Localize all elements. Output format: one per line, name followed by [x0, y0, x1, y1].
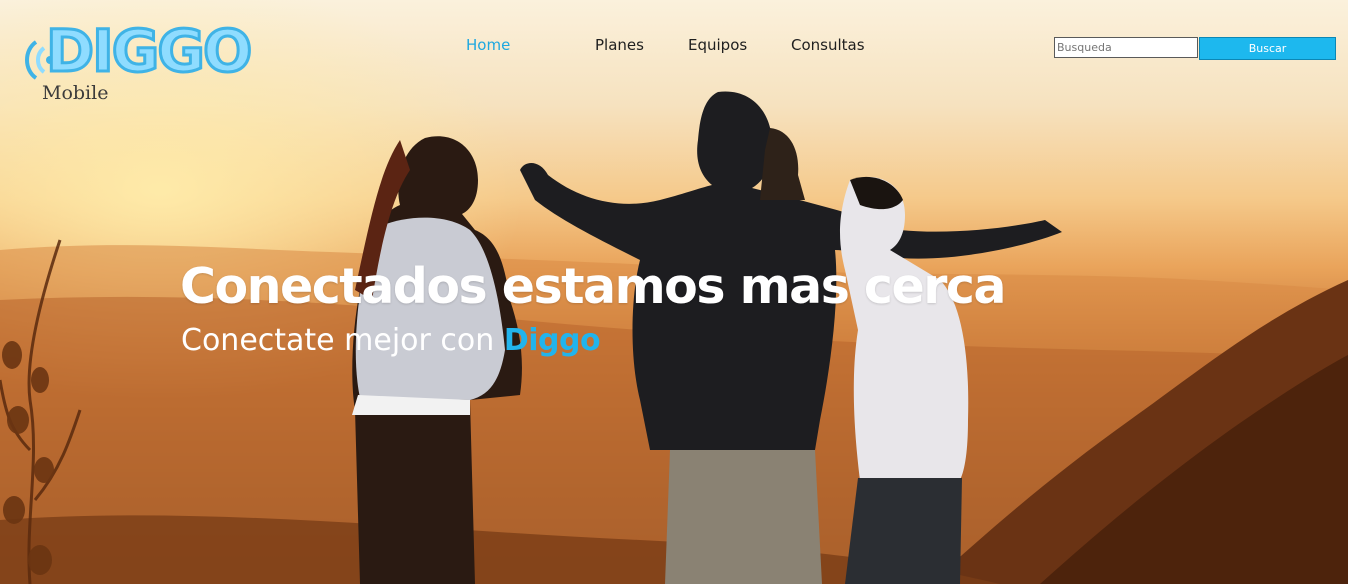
search-input[interactable] — [1054, 37, 1198, 58]
hero-subline: Conectate mejor con Diggo — [181, 323, 601, 358]
hero-banner: DIGGO Mobile Home Planes Equipos Consult… — [0, 0, 1348, 584]
nav-planes[interactable]: Planes — [595, 36, 644, 54]
logo-subtitle: Mobile — [42, 82, 109, 104]
hero-subline-text: Conectate mejor con — [181, 323, 495, 358]
nav-equipos[interactable]: Equipos — [688, 36, 747, 54]
search-button[interactable]: Buscar — [1199, 37, 1336, 60]
search-form: Buscar — [1054, 37, 1336, 60]
nav-consultas[interactable]: Consultas — [791, 36, 865, 54]
hero-headline: Conectados estamos mas cerca — [180, 258, 1006, 315]
nav-home[interactable]: Home — [466, 36, 510, 54]
hero-subline-brand: Diggo — [503, 323, 601, 358]
